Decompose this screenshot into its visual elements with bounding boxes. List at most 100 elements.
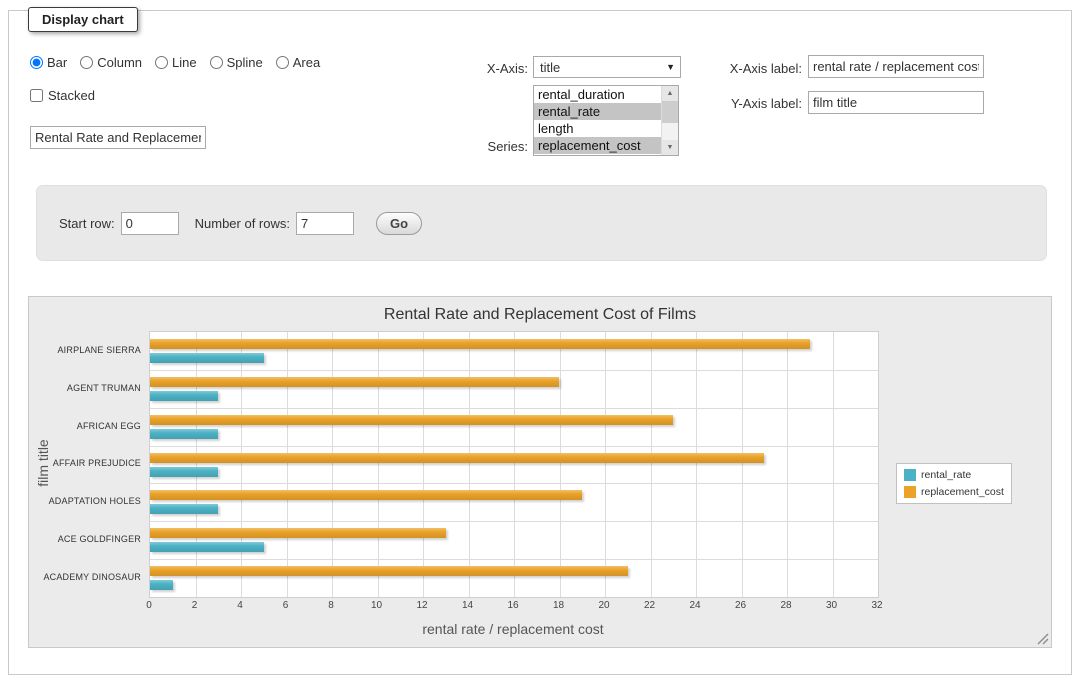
category-label: AFRICAN EGG (29, 407, 141, 445)
chart-legend: rental_ratereplacement_cost (896, 463, 1012, 504)
legend-swatch (904, 469, 916, 481)
gridline-vertical (287, 332, 288, 597)
chart-container: Rental Rate and Replacement Cost of Film… (28, 296, 1052, 648)
x-axis-label-input[interactable] (808, 55, 984, 78)
chart-type-radio-bar[interactable] (30, 56, 43, 69)
x-tick-label: 10 (371, 600, 382, 611)
chart-type-radio-column[interactable] (80, 56, 93, 69)
go-button[interactable]: Go (376, 212, 422, 235)
series-option-rental_rate[interactable]: rental_rate (534, 103, 661, 120)
category-label: AIRPLANE SIERRA (29, 331, 141, 369)
x-axis-ticks: 02468101214161820222426283032 (29, 600, 1051, 614)
gridline-vertical (833, 332, 834, 597)
x-tick-label: 8 (328, 600, 334, 611)
scroll-down-icon[interactable]: ▼ (662, 140, 678, 155)
chart-type-option-line[interactable]: Line (155, 55, 197, 70)
gridline-vertical (787, 332, 788, 597)
chart-type-radio-spline[interactable] (210, 56, 223, 69)
gridline-vertical (469, 332, 470, 597)
chart-type-radio-group: Bar Column Line Spline Area (30, 55, 320, 70)
category-label: AFFAIR PREJUDICE (29, 445, 141, 483)
stacked-checkbox[interactable] (30, 89, 43, 102)
start-row-input[interactable] (121, 212, 179, 235)
gridline-vertical (378, 332, 379, 597)
category-label: ACE GOLDFINGER (29, 520, 141, 558)
x-tick-label: 32 (871, 600, 882, 611)
series-options-list: rental_durationrental_ratelengthreplacem… (534, 86, 661, 155)
chart-type-option-area[interactable]: Area (276, 55, 320, 70)
gridline-vertical (514, 332, 515, 597)
y-axis-label-field-label: Y-Axis label: (645, 96, 802, 111)
bar-rental_rate (150, 429, 218, 439)
gridline-vertical (651, 332, 652, 597)
bar-rental_rate (150, 504, 218, 514)
x-axis-label-field-label: X-Axis label: (645, 61, 802, 76)
series-option-rental_duration[interactable]: rental_duration (534, 86, 661, 103)
panel-title: Display chart (28, 7, 138, 32)
x-tick-label: 18 (553, 600, 564, 611)
num-rows-input[interactable] (296, 212, 354, 235)
gridline-vertical (423, 332, 424, 597)
series-option-replacement_cost[interactable]: replacement_cost (534, 137, 661, 154)
x-tick-label: 4 (237, 600, 243, 611)
plot-area (149, 331, 879, 598)
x-axis-selected-value: title (540, 60, 560, 75)
chart-title: Rental Rate and Replacement Cost of Film… (29, 306, 1051, 324)
rows-panel: Start row: Number of rows: Go (36, 185, 1047, 261)
x-axis-title: rental rate / replacement cost (149, 621, 877, 637)
bar-rental_rate (150, 542, 264, 552)
gridline-vertical (332, 332, 333, 597)
gridline-vertical (560, 332, 561, 597)
chart-type-label-spline: Spline (227, 55, 263, 70)
x-tick-label: 16 (507, 600, 518, 611)
chart-type-option-spline[interactable]: Spline (210, 55, 263, 70)
gridline-horizontal (150, 559, 878, 560)
x-axis-field-label: X-Axis: (420, 61, 528, 76)
bar-replacement_cost (150, 490, 582, 500)
x-tick-label: 26 (735, 600, 746, 611)
chart-type-option-bar[interactable]: Bar (30, 55, 67, 70)
gridline-horizontal (150, 408, 878, 409)
gridline-horizontal (150, 370, 878, 371)
bar-rental_rate (150, 391, 218, 401)
chart-type-label-bar: Bar (47, 55, 67, 70)
x-tick-label: 6 (283, 600, 289, 611)
x-tick-label: 20 (598, 600, 609, 611)
bar-rental_rate (150, 467, 218, 477)
stacked-label: Stacked (48, 88, 95, 103)
series-field-label: Series: (420, 139, 528, 154)
bar-replacement_cost (150, 377, 559, 387)
legend-label: replacement_cost (921, 486, 1004, 498)
x-tick-label: 28 (780, 600, 791, 611)
x-tick-label: 24 (689, 600, 700, 611)
y-axis-label-input[interactable] (808, 91, 984, 114)
bar-replacement_cost (150, 415, 673, 425)
gridline-vertical (742, 332, 743, 597)
x-tick-label: 0 (146, 600, 152, 611)
chart-type-label-line: Line (172, 55, 197, 70)
chart-type-radio-area[interactable] (276, 56, 289, 69)
x-tick-label: 22 (644, 600, 655, 611)
series-option-length[interactable]: length (534, 120, 661, 137)
bar-rental_rate (150, 580, 173, 590)
bar-replacement_cost (150, 453, 764, 463)
resize-handle-icon[interactable] (1036, 632, 1049, 645)
chart-type-radio-line[interactable] (155, 56, 168, 69)
bar-replacement_cost (150, 339, 810, 349)
bar-replacement_cost (150, 566, 628, 576)
page: Display chart Bar Column Line Spline Are… (0, 0, 1081, 681)
x-tick-label: 2 (192, 600, 198, 611)
start-row-label: Start row: (59, 216, 115, 231)
chart-title-input[interactable] (30, 126, 206, 149)
category-label: ADAPTATION HOLES (29, 482, 141, 520)
chart-type-option-column[interactable]: Column (80, 55, 142, 70)
chart-type-label-area: Area (293, 55, 320, 70)
bar-replacement_cost (150, 528, 446, 538)
category-label: AGENT TRUMAN (29, 369, 141, 407)
category-label: ACADEMY DINOSAUR (29, 558, 141, 596)
legend-swatch (904, 486, 916, 498)
stacked-option[interactable]: Stacked (30, 88, 95, 103)
gridline-horizontal (150, 446, 878, 447)
x-tick-label: 30 (826, 600, 837, 611)
bar-rental_rate (150, 353, 264, 363)
